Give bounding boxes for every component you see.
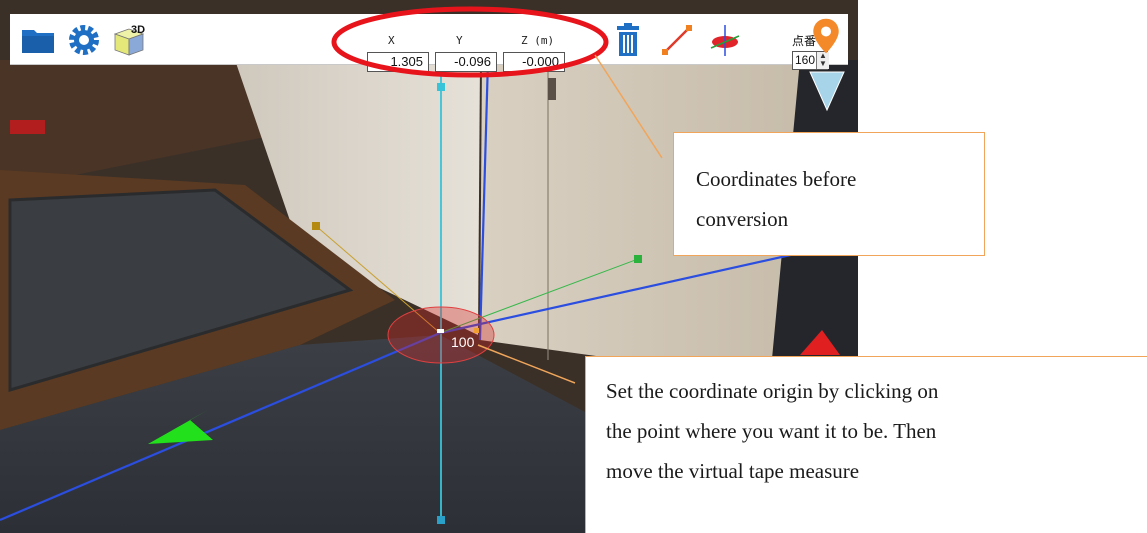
x-coord-label: X	[388, 34, 395, 47]
origin-point	[437, 329, 444, 333]
gear-icon[interactable]	[64, 20, 104, 60]
red-object	[10, 120, 45, 134]
callout-line: the point where you want it to be. Then	[606, 419, 937, 443]
orange-marker	[474, 328, 479, 333]
callout-origin-note: Set the coordinate origin by clicking on…	[585, 356, 1147, 533]
trash-icon[interactable]	[608, 20, 648, 60]
origin-selection-marker[interactable]	[387, 306, 495, 364]
z-axis-handle[interactable]	[437, 83, 445, 91]
y-coord-label: Y	[456, 34, 463, 47]
z-coord-field[interactable]: -0.000	[503, 52, 565, 72]
cabinet-handle	[548, 78, 556, 100]
x-coord-field[interactable]: 1.305	[367, 52, 429, 72]
callout-line: Coordinates before	[696, 167, 857, 191]
yellow-handle[interactable]	[312, 222, 320, 230]
origin-point-label: 100	[451, 334, 475, 350]
folder-icon[interactable]	[18, 20, 58, 60]
callout-coordinates-note: Coordinates before conversion	[673, 132, 985, 256]
callout-line: conversion	[696, 207, 789, 231]
callout-line: Set the coordinate origin by clicking on	[606, 379, 939, 403]
axis-tool-icon[interactable]	[705, 20, 745, 60]
3d-view-icon[interactable]: 3D	[109, 20, 149, 60]
line-tool-icon[interactable]	[657, 20, 697, 60]
callout-line: move the virtual tape measure	[606, 459, 860, 483]
z-axis-bottom-handle[interactable]	[437, 516, 445, 524]
green-handle[interactable]	[634, 255, 642, 263]
z-coord-label: Z (m)	[521, 34, 555, 47]
y-coord-field[interactable]: -0.096	[435, 52, 497, 72]
toolbar: 3D X Y Z (m) 1.305 -0.096 -0.000 点番号 160…	[10, 14, 848, 72]
3d-view-label: 3D	[131, 24, 145, 36]
location-pin-icon[interactable]	[806, 16, 846, 56]
